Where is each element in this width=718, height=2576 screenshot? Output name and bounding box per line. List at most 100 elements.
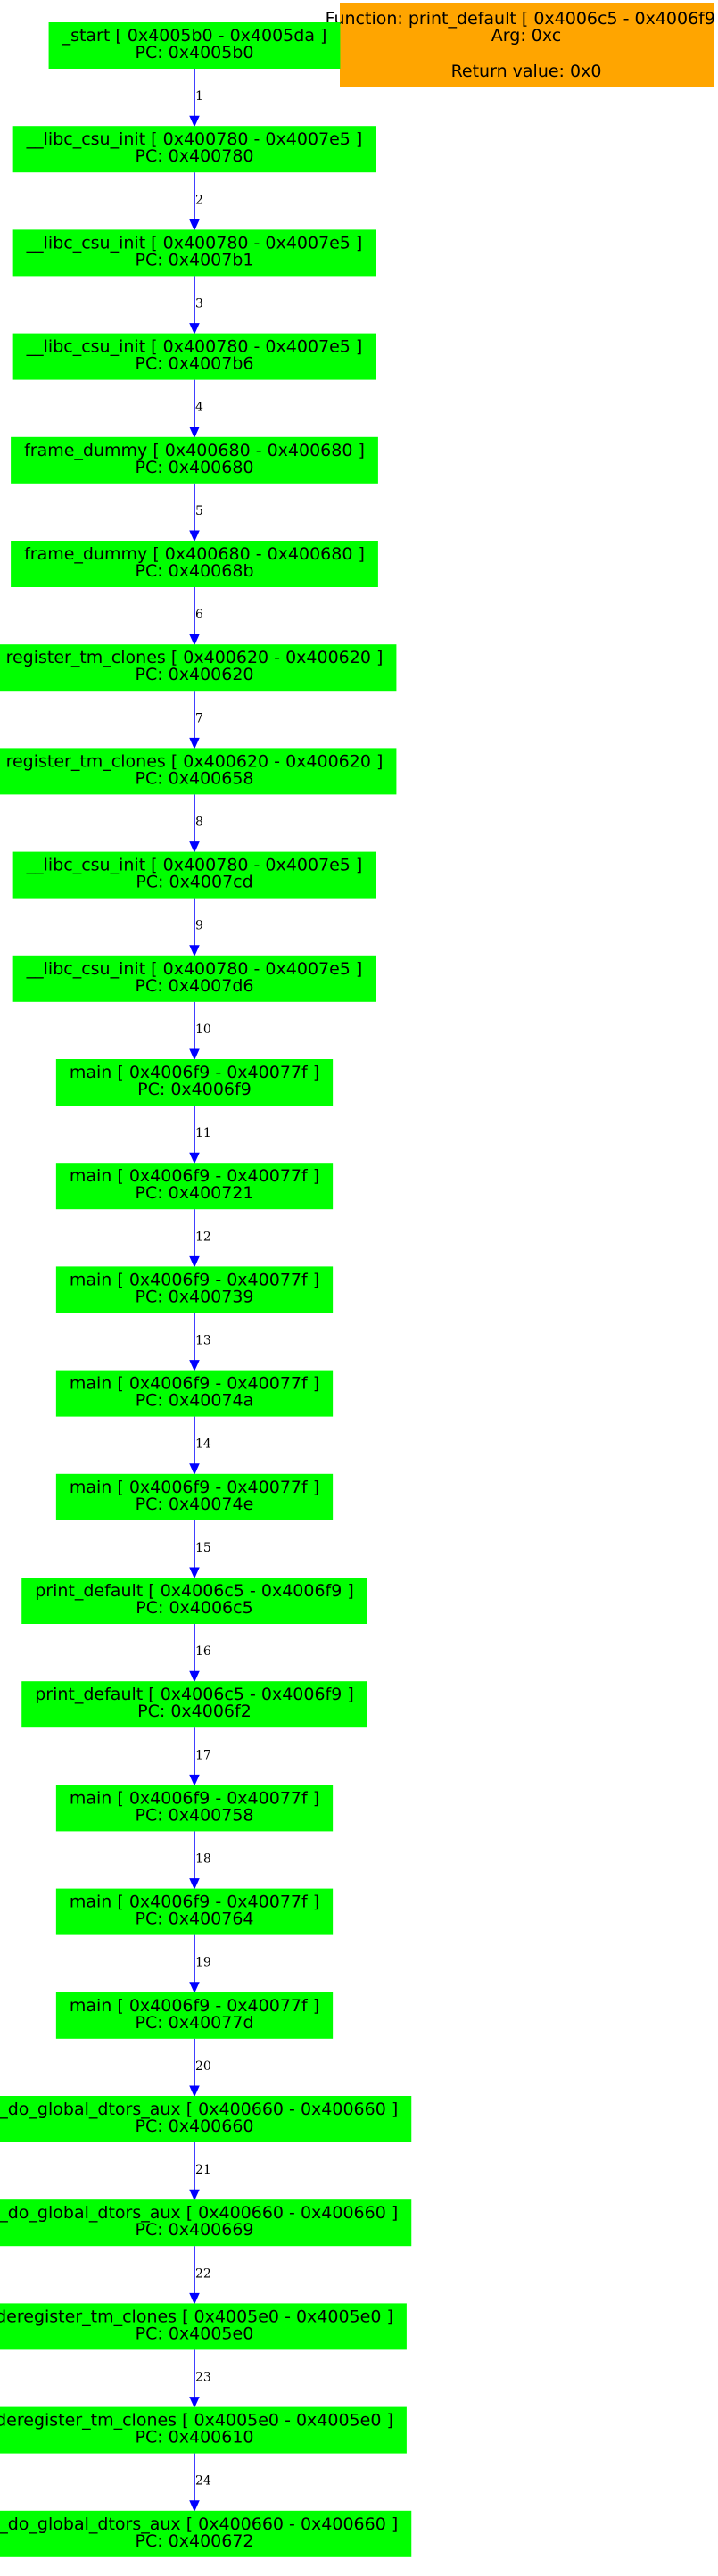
trace-edge: 7 <box>189 691 203 750</box>
node-pc-label: PC: 0x4006c5 <box>136 1598 252 1618</box>
trace-node: register_tm_clones [ 0x400620 - 0x400620… <box>0 748 397 795</box>
trace-edge: 21 <box>189 2142 211 2201</box>
trace-edge: 9 <box>189 898 203 957</box>
node-pc-label: PC: 0x400721 <box>135 1183 253 1203</box>
node-pc-label: PC: 0x400660 <box>135 2116 253 2136</box>
edge-label: 2 <box>195 193 203 207</box>
call-trace-graph: Function: print_default [ 0x4006c5 - 0x4… <box>0 3 718 2557</box>
trace-edge: 3 <box>189 276 203 335</box>
edge-arrowhead <box>189 2085 200 2098</box>
edge-arrowhead <box>189 737 200 750</box>
edge-arrowhead <box>189 634 200 646</box>
edge-arrowhead <box>189 1670 200 1683</box>
trace-node: frame_dummy [ 0x400680 - 0x400680 ]PC: 0… <box>11 436 378 484</box>
edge-label: 3 <box>195 297 203 311</box>
trace-node: print_default [ 0x4006c5 - 0x4006f9 ]PC:… <box>21 1681 367 1728</box>
node-pc-label: PC: 0x40074e <box>136 1495 254 1514</box>
edge-label: 9 <box>195 919 203 933</box>
trace-node: deregister_tm_clones [ 0x4005e0 - 0x4005… <box>0 2303 407 2350</box>
edge-label: 16 <box>195 1644 211 1659</box>
trace-edge: 12 <box>189 1209 211 1268</box>
trace-node: __libc_csu_init [ 0x400780 - 0x4007e5 ]P… <box>12 333 376 380</box>
trace-node: __libc_csu_init [ 0x400780 - 0x4007e5 ]P… <box>12 126 376 173</box>
edge-arrowhead <box>189 1463 200 1476</box>
trace-edge: 11 <box>189 1106 211 1164</box>
node-pc-label: PC: 0x4007d6 <box>136 976 254 996</box>
node-pc-label: PC: 0x400672 <box>135 2531 253 2551</box>
info-arg: Arg: 0xc <box>491 26 561 46</box>
edge-arrowhead <box>189 1255 200 1268</box>
trace-node: register_tm_clones [ 0x400620 - 0x400620… <box>0 644 397 692</box>
trace-node: __libc_csu_init [ 0x400780 - 0x4007e5 ]P… <box>12 229 376 277</box>
edge-label: 23 <box>195 2371 211 2385</box>
edge-label: 8 <box>195 816 203 830</box>
edge-arrowhead <box>189 2500 200 2513</box>
edge-label: 14 <box>195 1437 211 1452</box>
edge-arrowhead <box>189 2189 200 2201</box>
edge-arrowhead <box>189 1360 200 1371</box>
trace-node: __libc_csu_init [ 0x400780 - 0x4007e5 ]P… <box>12 851 376 899</box>
trace-edge: 19 <box>189 1934 211 1994</box>
trace-node: __do_global_dtors_aux [ 0x400660 - 0x400… <box>0 2510 412 2557</box>
edge-label: 24 <box>195 2474 211 2489</box>
edge-label: 4 <box>195 401 203 415</box>
edge-label: 13 <box>195 1334 211 1348</box>
edge-label: 17 <box>195 1748 211 1762</box>
edge-arrowhead <box>189 1567 200 1579</box>
trace-node: main [ 0x4006f9 - 0x40077f ]PC: 0x4006f9 <box>55 1059 334 1106</box>
trace-node: main [ 0x4006f9 - 0x40077f ]PC: 0x400739 <box>55 1266 334 1313</box>
edge-arrowhead <box>189 427 200 439</box>
trace-edge: 13 <box>189 1313 211 1371</box>
node-pc-label: PC: 0x400764 <box>135 1909 253 1929</box>
node-pc-label: PC: 0x40068b <box>136 561 254 581</box>
trace-edge: 6 <box>189 587 203 646</box>
trace-node: _start [ 0x4005b0 - 0x4005da ]PC: 0x4005… <box>48 22 341 69</box>
trace-node: main [ 0x4006f9 - 0x40077f ]PC: 0x40074e <box>55 1473 334 1520</box>
node-pc-label: PC: 0x400658 <box>135 768 253 788</box>
node-pc-label: PC: 0x4007b1 <box>136 250 254 269</box>
trace-edge: 18 <box>189 1831 211 1890</box>
trace-edge: 4 <box>189 379 203 439</box>
edge-label: 10 <box>195 1023 211 1037</box>
trace-node: deregister_tm_clones [ 0x4005e0 - 0x4005… <box>0 2406 407 2454</box>
edge-label: 18 <box>195 1852 211 1867</box>
trace-edge: 1 <box>189 69 203 128</box>
node-pc-label: PC: 0x400669 <box>135 2220 253 2240</box>
node-pc-label: PC: 0x4007cd <box>136 873 252 892</box>
node-pc-label: PC: 0x4005b0 <box>136 43 254 62</box>
node-pc-label: PC: 0x4006f2 <box>137 1702 252 1721</box>
edge-arrowhead <box>189 530 200 543</box>
node-pc-label: PC: 0x4007b6 <box>136 354 254 374</box>
edge-label: 5 <box>195 504 203 518</box>
node-pc-label: PC: 0x40074a <box>136 1391 254 1411</box>
trace-node: main [ 0x4006f9 - 0x40077f ]PC: 0x400758 <box>55 1785 334 1832</box>
node-pc-label: PC: 0x4006f9 <box>137 1080 252 1099</box>
edge-arrowhead <box>189 1152 200 1164</box>
edge-label: 19 <box>195 1956 211 1970</box>
edge-arrowhead <box>189 1878 200 1890</box>
edge-label: 7 <box>195 711 203 725</box>
edge-arrowhead <box>189 945 200 957</box>
trace-edge: 20 <box>189 2038 211 2098</box>
trace-edge: 5 <box>189 483 203 543</box>
trace-edge: 10 <box>189 1001 211 1061</box>
trace-node: main [ 0x4006f9 - 0x40077f ]PC: 0x40074a <box>55 1370 334 1417</box>
trace-edge: 8 <box>189 794 203 853</box>
trace-edge: 24 <box>189 2453 211 2513</box>
trace-edge: 15 <box>189 1520 211 1579</box>
edge-arrowhead <box>189 2292 200 2305</box>
trace-node: __do_global_dtors_aux [ 0x400660 - 0x400… <box>0 2199 412 2247</box>
trace-edge: 22 <box>189 2246 211 2305</box>
node-pc-label: PC: 0x400739 <box>135 1287 253 1306</box>
node-pc-label: PC: 0x40077d <box>136 2013 254 2033</box>
edge-label: 6 <box>195 608 203 622</box>
info-return: Return value: 0x0 <box>451 62 602 81</box>
trace-edge: 2 <box>189 172 203 231</box>
trace-edge: 16 <box>189 1624 211 1683</box>
node-pc-label: PC: 0x400620 <box>135 665 253 684</box>
edge-label: 11 <box>195 1126 211 1140</box>
trace-node: frame_dummy [ 0x400680 - 0x400680 ]PC: 0… <box>11 541 378 587</box>
trace-node: main [ 0x4006f9 - 0x40077f ]PC: 0x400764 <box>55 1888 334 1935</box>
info-panel: Function: print_default [ 0x4006c5 - 0x4… <box>326 3 718 87</box>
trace-node: main [ 0x4006f9 - 0x40077f ]PC: 0x40077d <box>55 1992 334 2039</box>
